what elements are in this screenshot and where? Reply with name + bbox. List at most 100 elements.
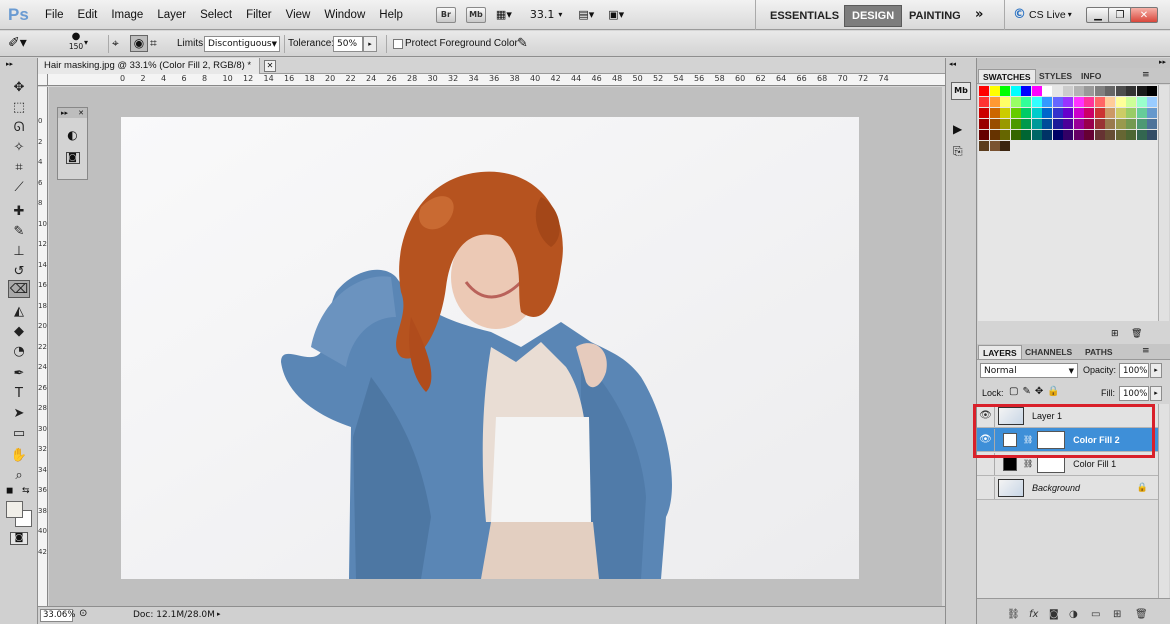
menu-file[interactable]: File	[38, 9, 71, 21]
menu-view[interactable]: View	[279, 9, 318, 21]
menu-window[interactable]: Window	[317, 9, 372, 21]
visibility-eye-empty[interactable]	[977, 476, 995, 499]
swatch[interactable]	[1000, 86, 1010, 96]
expand-panels-icon[interactable]: ◂◂	[949, 60, 956, 68]
swatch[interactable]	[1115, 97, 1126, 107]
swatch[interactable]	[1063, 97, 1073, 107]
tablet-pressure-icon[interactable]: ✎	[517, 36, 528, 51]
blend-mode-select[interactable]: Normal ▼	[980, 363, 1078, 378]
swatch[interactable]	[989, 86, 1000, 96]
sampling-continuous-icon[interactable]: ⌖	[112, 36, 119, 51]
swatch[interactable]	[1042, 97, 1052, 107]
close-panel-icon[interactable]: ✕	[78, 108, 84, 118]
fill-slider-button[interactable]: ▸	[1150, 386, 1162, 401]
swatch[interactable]	[1105, 97, 1115, 107]
zoom-tool-icon[interactable]: ⌕	[8, 466, 30, 484]
workspace-essentials[interactable]: ESSENTIALS	[763, 6, 846, 26]
swatch[interactable]	[1031, 108, 1042, 118]
swatch[interactable]	[989, 130, 1000, 140]
swatch[interactable]	[1021, 97, 1031, 107]
collapse-panel-icon[interactable]: ▸▸	[61, 108, 68, 118]
menu-edit[interactable]: Edit	[71, 9, 105, 21]
new-swatch-icon[interactable]: ⊞	[1111, 329, 1119, 339]
swatch[interactable]	[1052, 86, 1063, 96]
swatch[interactable]	[1147, 97, 1157, 107]
rectangle-tool-icon[interactable]: ▭	[8, 424, 30, 442]
layers-panel-menu-icon[interactable]: ≡	[1142, 346, 1150, 356]
menu-layer[interactable]: Layer	[150, 9, 193, 21]
ruler-origin[interactable]	[38, 74, 48, 86]
dodge-tool-icon[interactable]: ◔	[8, 342, 30, 360]
collapse-dock-icon[interactable]: ▸▸	[1159, 58, 1166, 66]
swatch[interactable]	[979, 119, 989, 129]
fill-color-swatch[interactable]	[1003, 456, 1017, 471]
swatch[interactable]	[1126, 97, 1136, 107]
swatch[interactable]	[1063, 130, 1073, 140]
swatch[interactable]	[1094, 97, 1105, 107]
delete-swatch-icon[interactable]: 🗑	[1131, 329, 1142, 339]
document-tab[interactable]: Hair masking.jpg @ 33.1% (Color Fill 2, …	[38, 58, 261, 74]
swatch[interactable]	[1010, 86, 1021, 96]
link-chain-icon[interactable]: ⛓	[1023, 459, 1033, 468]
collapse-tools-icon[interactable]: ▸▸	[6, 60, 13, 68]
swatch[interactable]	[1031, 86, 1042, 96]
swatch[interactable]	[1094, 130, 1105, 140]
swatch[interactable]	[1136, 119, 1147, 129]
swatch[interactable]	[989, 97, 1000, 107]
tab-paths[interactable]: PATHS	[1081, 345, 1117, 359]
protect-foreground-checkbox[interactable]	[393, 39, 403, 49]
swatch[interactable]	[1042, 119, 1052, 129]
swatch[interactable]	[1084, 97, 1094, 107]
opacity-slider-button[interactable]: ▸	[1150, 363, 1162, 378]
limits-select[interactable]: Discontiguous ▼	[204, 36, 280, 52]
brush-picker[interactable]: ● 150	[58, 32, 94, 52]
swatch[interactable]	[1052, 119, 1063, 129]
swatch[interactable]	[1115, 108, 1126, 118]
swatch[interactable]	[1021, 86, 1031, 96]
tab-layers[interactable]: LAYERS	[978, 345, 1022, 359]
swatch[interactable]	[1105, 108, 1115, 118]
add-mask-icon[interactable]: ◙	[1049, 609, 1059, 620]
swatch[interactable]	[1000, 130, 1010, 140]
tab-info[interactable]: INFO	[1077, 69, 1105, 83]
clone-source-icon[interactable]: ◙	[65, 152, 80, 164]
swatch[interactable]	[1147, 108, 1157, 118]
swatch[interactable]	[1147, 119, 1157, 129]
swatch[interactable]	[979, 108, 989, 118]
lock-icons[interactable]: ▢✎✥🔒	[1009, 386, 1064, 397]
swatch[interactable]	[1105, 119, 1115, 129]
swatch[interactable]	[1000, 108, 1010, 118]
type-tool-icon[interactable]: T	[8, 384, 30, 402]
tab-channels[interactable]: CHANNELS	[1021, 345, 1076, 359]
workspace-painting[interactable]: PAINTING	[902, 6, 968, 26]
cs-live-button[interactable]: © CS Live ▾	[1013, 7, 1072, 22]
swatch[interactable]	[1084, 86, 1094, 96]
swatch[interactable]	[1010, 130, 1021, 140]
eyedropper-tool-icon[interactable]: ⟋	[8, 178, 30, 196]
brush-chevron-icon[interactable]: ▾	[84, 38, 88, 47]
delete-layer-icon[interactable]: 🗑	[1135, 609, 1148, 620]
swatch[interactable]	[1000, 97, 1010, 107]
swatch[interactable]	[1000, 119, 1010, 129]
swatch[interactable]	[1136, 97, 1147, 107]
adjustment-layer-icon[interactable]: ◑	[1069, 609, 1078, 620]
swatch[interactable]	[1031, 130, 1042, 140]
paint-bucket-tool-icon[interactable]: ◭	[8, 302, 30, 320]
menu-help[interactable]: Help	[372, 9, 410, 21]
swatch[interactable]	[1084, 119, 1094, 129]
new-layer-icon[interactable]: ⊞	[1113, 609, 1121, 620]
clone-stamp-tool-icon[interactable]: ⊥	[8, 242, 30, 260]
tab-swatches[interactable]: SWATCHES	[978, 69, 1036, 83]
background-eraser-tool-icon[interactable]: ⌫	[8, 280, 30, 298]
swatch[interactable]	[1084, 130, 1094, 140]
hand-tool-icon[interactable]: ✋	[8, 446, 30, 464]
menu-filter[interactable]: Filter	[239, 9, 279, 21]
swatch[interactable]	[1147, 130, 1157, 140]
lasso-tool-icon[interactable]: ᘏ	[8, 118, 30, 136]
swatch[interactable]	[1052, 130, 1063, 140]
link-layers-icon[interactable]: ⛓	[1007, 609, 1020, 620]
menu-image[interactable]: Image	[104, 9, 150, 21]
canvas-area[interactable]: ▸▸ ✕ ◐ ◙	[49, 87, 942, 606]
mini-bridge-icon[interactable]: Mb	[951, 82, 971, 100]
more-workspaces-button[interactable]: »	[975, 7, 983, 22]
